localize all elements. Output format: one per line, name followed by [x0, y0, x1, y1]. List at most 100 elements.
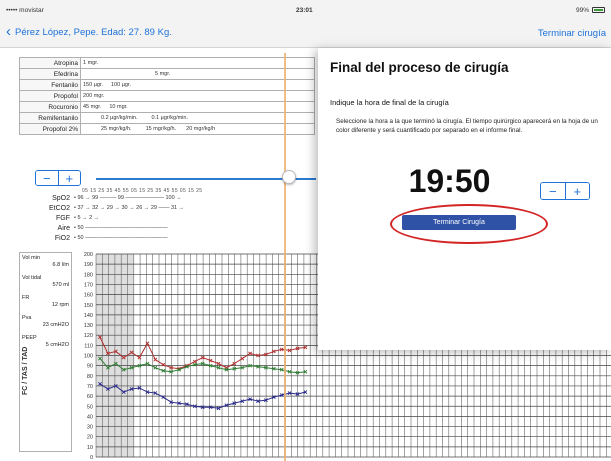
drug-doses[interactable]: 5 mgr.	[80, 68, 315, 80]
zoom-minus-button[interactable]: −	[36, 171, 59, 185]
data-point	[232, 361, 237, 366]
timeline-slider-knob[interactable]	[282, 170, 296, 184]
dose: 15 mgr/kg/h.	[145, 126, 177, 132]
chevron-left-icon: ‹	[6, 23, 11, 40]
time-minus-button[interactable]: −	[541, 183, 566, 199]
vent-param[interactable]: PEEP 5 cmH2O	[22, 335, 69, 349]
y-tick-label: 20	[87, 435, 93, 441]
drug-name: Atropina	[19, 57, 81, 69]
gas-values: • 37 → 32 → 29 → 30 → 26 → 29 —— 31 →	[74, 205, 185, 211]
terminar-cirugia-nav-button[interactable]: Terminar cirugía	[538, 28, 606, 39]
dose: 45 mgr.	[83, 104, 102, 110]
drug-name: Remifentanilo	[19, 112, 81, 124]
gas-label: FGF	[56, 214, 70, 222]
gas-row[interactable]: Aire • 50 ———————————————	[19, 223, 184, 233]
drug-name: Efedrina	[19, 68, 81, 80]
y-tick-label: 50	[87, 404, 93, 410]
y-tick-label: 130	[84, 323, 93, 329]
y-tick-label: 100	[84, 354, 93, 360]
time-plus-button[interactable]: +	[565, 183, 589, 199]
gas-values: • 50 ———————————————	[74, 235, 168, 241]
y-tick-label: 150	[84, 303, 93, 309]
y-tick-label: 110	[84, 343, 93, 349]
y-tick-label: 30	[87, 425, 93, 431]
dose: 20 mgr/kg/h	[186, 126, 216, 132]
y-tick-label: 140	[84, 313, 93, 319]
patient-header: Pérez López, Pepe. Edad: 27. 89 Kg.	[15, 26, 172, 38]
vent-value: 570 ml	[52, 282, 69, 288]
drug-table: Atropina 1 mgr. Efedrina 5 mgr. Fentanil…	[19, 57, 315, 135]
gas-label: Aire	[57, 224, 70, 232]
vent-value: 23 cmH2O	[42, 322, 69, 328]
gas-row[interactable]: FiO2 • 50 ———————————————	[19, 233, 184, 243]
y-tick-label: 0	[90, 455, 93, 461]
gas-values: • 96 → 99 ——— 99 ——————— 100 →	[74, 195, 182, 201]
vent-label: Vol tidal	[22, 275, 42, 281]
drug-name: Fentanilo	[19, 79, 81, 91]
vent-param[interactable]: FR 12 rpm	[22, 295, 69, 309]
dose: 1 mgr.	[83, 60, 99, 66]
vent-label: FR	[22, 295, 30, 301]
vent-param[interactable]: Vol tidal 570 ml	[22, 275, 69, 289]
drug-doses[interactable]: 25 mgr/kg/h. 15 mgr/kg/h. 20 mgr/kg/h	[80, 123, 315, 135]
y-tick-label: 40	[87, 414, 93, 420]
y-tick-label: 90	[87, 364, 93, 370]
gas-label: FiO2	[54, 234, 70, 242]
gas-row[interactable]: FGF • 5 → 2 →	[19, 213, 184, 223]
drug-doses[interactable]: 45 mgr. 10 mgr.	[80, 101, 315, 113]
vent-label: Pva	[22, 315, 32, 321]
drug-name: Rocuronio	[19, 101, 81, 113]
y-tick-label: 200	[84, 252, 93, 258]
y-tick-label: 190	[84, 262, 93, 268]
zoom-stepper: − +	[35, 170, 81, 186]
vent-label: Vol min	[22, 255, 41, 261]
drug-row: Propofol 200 mgr.	[19, 90, 315, 102]
y-tick-label: 170	[84, 282, 93, 288]
clock-label: 23:01	[296, 7, 313, 14]
dose: 200 mgr.	[83, 93, 105, 99]
modal-info-text: Seleccione la hora a la que terminó la c…	[336, 118, 598, 134]
modal-subtitle: Indique la hora de final de la cirugía	[330, 98, 449, 107]
y-tick-label: 160	[84, 293, 93, 299]
current-time-marker	[284, 53, 286, 461]
zoom-plus-button[interactable]: +	[58, 171, 80, 185]
drug-name: Propofol	[19, 90, 81, 102]
drug-row: Propofol 2% 25 mgr/kg/h. 15 mgr/kg/h. 20 m…	[19, 123, 315, 135]
dose: 10 mgr.	[109, 104, 128, 110]
dose: 100 µgr.	[111, 82, 131, 88]
dose: 25 mgr/kg/h.	[101, 126, 132, 132]
y-tick-label: 70	[87, 384, 93, 390]
drug-row: Fentanilo 150 µgr. 100 µgr.	[19, 79, 315, 91]
vent-value: 12 rpm	[51, 302, 69, 308]
battery-icon	[592, 7, 605, 13]
dose: 0.1 µgr/kg/min.	[151, 115, 189, 121]
y-tick-label: 120	[84, 333, 93, 339]
y-tick-label: 60	[87, 394, 93, 400]
drug-doses[interactable]: 150 µgr. 100 µgr.	[80, 79, 315, 91]
gas-row[interactable]: SpO2 • 96 → 99 ——— 99 ——————— 100 →	[19, 193, 184, 203]
terminar-cirugia-button[interactable]: Terminar Cirugía	[402, 215, 516, 230]
drug-doses[interactable]: 1 mgr.	[80, 57, 315, 69]
end-surgery-modal: Final del proceso de cirugía Indique la …	[318, 48, 611, 350]
gas-list: SpO2 • 96 → 99 ——— 99 ——————— 100 → EtCO2…	[19, 193, 184, 243]
drug-row: Efedrina 5 mgr.	[19, 68, 315, 80]
gas-row[interactable]: EtCO2 • 37 → 32 → 29 → 30 → 26 → 29 —— 31…	[19, 203, 184, 213]
data-point	[192, 359, 197, 364]
drug-row: Atropina 1 mgr.	[19, 57, 315, 69]
modal-title: Final del proceso de cirugía	[330, 60, 509, 75]
y-tick-label: 10	[87, 445, 93, 451]
drug-doses[interactable]: 200 mgr.	[80, 90, 315, 102]
status-bar: ••••• movistar 23:01 99%	[0, 0, 611, 20]
gas-label: EtCO2	[48, 204, 70, 212]
drug-doses[interactable]: 0.2 µgr/kg/min. 0.1 µgr/kg/min.	[80, 112, 315, 124]
drug-name: Propofol 2%	[19, 123, 81, 135]
y-tick-label: 80	[87, 374, 93, 380]
y-tick-label: 180	[84, 272, 93, 278]
drug-row: Rocuronio 45 mgr. 10 mgr.	[19, 101, 315, 113]
back-button[interactable]: ‹ Pérez López, Pepe. Edad: 27. 89 Kg.	[6, 23, 172, 40]
time-stepper: − +	[540, 182, 590, 200]
vent-param[interactable]: Pva 23 cmH2O	[22, 315, 69, 329]
vent-param[interactable]: Vol min 6.8 l/m	[22, 255, 69, 269]
gas-values: • 5 → 2 →	[74, 215, 100, 221]
dose: 5 mgr.	[155, 71, 171, 77]
